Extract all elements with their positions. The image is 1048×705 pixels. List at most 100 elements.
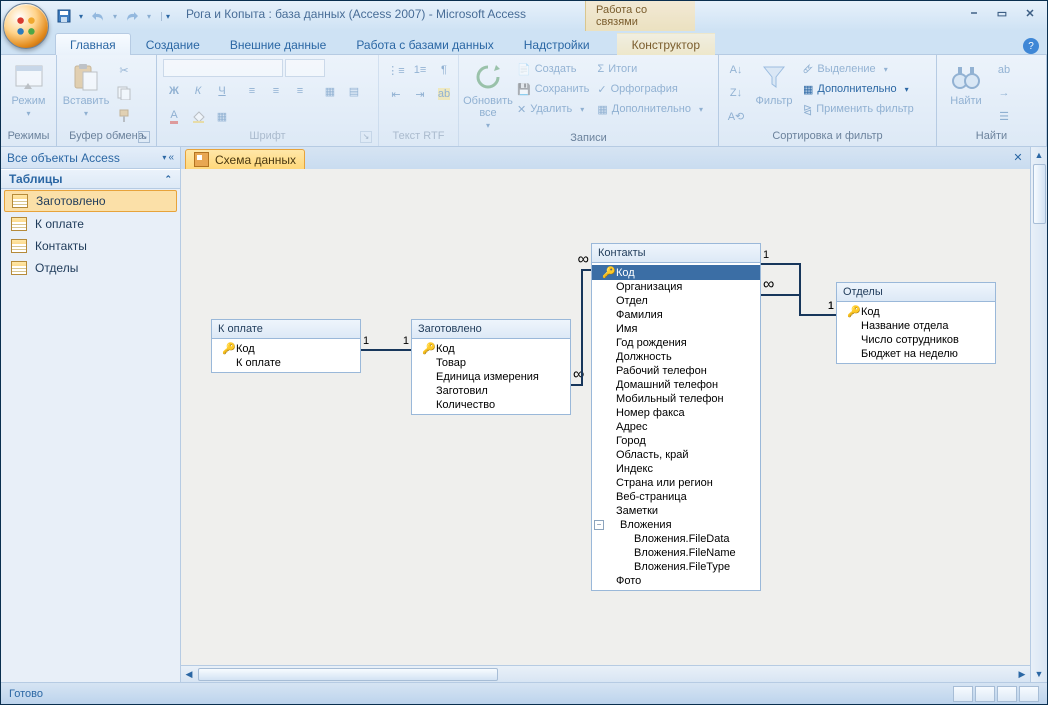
- scroll-thumb[interactable]: [198, 668, 498, 681]
- clear-sort-icon[interactable]: A⟲: [725, 105, 747, 127]
- doc-close-button[interactable]: ✕: [1010, 150, 1026, 164]
- field-вложения-filetype[interactable]: Вложения.FileType: [592, 560, 760, 574]
- text-dir-icon[interactable]: ¶: [433, 59, 455, 81]
- font-color-icon[interactable]: A: [163, 105, 185, 127]
- qat-customize[interactable]: ▾: [161, 12, 170, 21]
- scroll-down-icon[interactable]: ▼: [1031, 666, 1047, 682]
- spelling[interactable]: ✓Орфография: [595, 79, 705, 99]
- replace-icon[interactable]: ab: [993, 59, 1015, 81]
- cut-icon[interactable]: ✂: [113, 59, 135, 81]
- font-size-combo[interactable]: [285, 59, 325, 77]
- nav-header[interactable]: Все объекты Access ▾ «: [1, 147, 180, 169]
- highlight-icon[interactable]: ab: [433, 83, 455, 105]
- nav-item-к оплате[interactable]: К оплате: [1, 213, 180, 235]
- font-combo[interactable]: [163, 59, 283, 77]
- field-число-сотрудников[interactable]: Число сотрудников: [837, 333, 995, 347]
- field-отдел[interactable]: Отдел: [592, 294, 760, 308]
- sort-desc-icon[interactable]: Z↓: [725, 82, 747, 104]
- help-button[interactable]: ?: [1023, 38, 1039, 54]
- view-btn-3[interactable]: [997, 686, 1017, 702]
- table-header[interactable]: Отделы: [837, 283, 995, 302]
- delete-record[interactable]: ✕Удалить▾: [515, 99, 591, 119]
- field-должность[interactable]: Должность: [592, 350, 760, 364]
- field-вложения[interactable]: −Вложения: [592, 518, 760, 532]
- bullets-icon[interactable]: ⋮≡: [385, 59, 407, 81]
- italic-icon[interactable]: К: [187, 80, 209, 102]
- scroll-up-icon[interactable]: ▲: [1031, 147, 1047, 163]
- dec-indent-icon[interactable]: ⇤: [385, 83, 407, 105]
- underline-icon[interactable]: Ч: [211, 80, 233, 102]
- tab-home[interactable]: Главная: [55, 33, 131, 55]
- field-единица-измерения[interactable]: Единица измерения: [412, 370, 570, 384]
- refresh-button[interactable]: Обновить все▾: [465, 59, 511, 132]
- table-отделы[interactable]: Отделы🔑КодНазвание отделаЧисло сотрудник…: [836, 282, 996, 364]
- goto-icon[interactable]: →: [993, 82, 1015, 104]
- doc-tab-relationships[interactable]: Схема данных: [185, 149, 305, 169]
- field-товар[interactable]: Товар: [412, 356, 570, 370]
- selection-filter[interactable]: 🜸Выделение▾: [801, 59, 916, 79]
- scroll-right-icon[interactable]: ▶: [1014, 666, 1030, 682]
- maximize-button[interactable]: ▭: [991, 4, 1013, 22]
- align-left-icon[interactable]: ≡: [241, 80, 263, 102]
- field-организация[interactable]: Организация: [592, 280, 760, 294]
- nav-category[interactable]: Таблицы ⌃: [1, 169, 180, 189]
- table-заготовлено[interactable]: Заготовлено🔑КодТоварЕдиница измеренияЗаг…: [411, 319, 571, 415]
- field-заметки[interactable]: Заметки: [592, 504, 760, 518]
- nav-item-отделы[interactable]: Отделы: [1, 257, 180, 279]
- save-record[interactable]: 💾Сохранить: [515, 79, 591, 99]
- minimize-button[interactable]: ⎯: [963, 4, 985, 22]
- align-center-icon[interactable]: ≡: [265, 80, 287, 102]
- view-button[interactable]: Режим▾: [7, 59, 50, 120]
- table-к-оплате[interactable]: К оплате🔑КодК оплате: [211, 319, 361, 373]
- field-вложения-filename[interactable]: Вложения.FileName: [592, 546, 760, 560]
- field-мобильный-телефон[interactable]: Мобильный телефон: [592, 392, 760, 406]
- vertical-scrollbar[interactable]: ▲ ▼: [1030, 147, 1047, 682]
- save-icon[interactable]: [55, 7, 73, 25]
- redo-icon[interactable]: [123, 7, 141, 25]
- alt-row-icon[interactable]: ▤: [343, 80, 365, 102]
- scroll-thumb[interactable]: [1033, 164, 1046, 224]
- field-город[interactable]: Город: [592, 434, 760, 448]
- advanced-filter[interactable]: ▦Дополнительно▾: [801, 79, 916, 99]
- close-button[interactable]: ✕: [1019, 4, 1041, 22]
- field-фото[interactable]: Фото: [592, 574, 760, 588]
- view-btn-1[interactable]: [953, 686, 973, 702]
- bold-icon[interactable]: Ж: [163, 80, 185, 102]
- field-год-рождения[interactable]: Год рождения: [592, 336, 760, 350]
- tab-database-tools[interactable]: Работа с базами данных: [341, 33, 508, 55]
- expander-icon[interactable]: −: [594, 520, 604, 530]
- nav-collapse-icon[interactable]: «: [168, 152, 174, 163]
- filter-button[interactable]: Фильтр: [751, 59, 797, 109]
- tab-create[interactable]: Создание: [131, 33, 215, 55]
- table-header[interactable]: К оплате: [212, 320, 360, 339]
- new-record[interactable]: 📄Создать: [515, 59, 591, 79]
- view-btn-4[interactable]: [1019, 686, 1039, 702]
- tab-external-data[interactable]: Внешние данные: [215, 33, 342, 55]
- dialog-launcher-icon[interactable]: ↘: [138, 131, 150, 143]
- field-рабочий-телефон[interactable]: Рабочий телефон: [592, 364, 760, 378]
- horizontal-scrollbar[interactable]: ◀ ▶: [181, 665, 1030, 682]
- toggle-filter[interactable]: ⧎Применить фильтр: [801, 99, 916, 119]
- field-страна-или-регион[interactable]: Страна или регион: [592, 476, 760, 490]
- format-painter-icon[interactable]: [113, 105, 135, 127]
- field-веб-страница[interactable]: Веб-страница: [592, 490, 760, 504]
- field-домашний-телефон[interactable]: Домашний телефон: [592, 378, 760, 392]
- field-адрес[interactable]: Адрес: [592, 420, 760, 434]
- dialog-launcher-icon[interactable]: ↘: [360, 131, 372, 143]
- nav-item-контакты[interactable]: Контакты: [1, 235, 180, 257]
- tab-addins[interactable]: Надстройки: [509, 33, 605, 55]
- view-btn-2[interactable]: [975, 686, 995, 702]
- grid-color-icon[interactable]: ▦: [211, 105, 233, 127]
- field-количество[interactable]: Количество: [412, 398, 570, 412]
- table-контакты[interactable]: Контакты🔑КодОрганизацияОтделФамилияИмяГо…: [591, 243, 761, 591]
- field-название-отдела[interactable]: Название отдела: [837, 319, 995, 333]
- office-button[interactable]: [3, 3, 49, 49]
- nav-dropdown-icon[interactable]: ▾: [162, 153, 166, 162]
- field-к-оплате[interactable]: К оплате: [212, 356, 360, 370]
- table-header[interactable]: Заготовлено: [412, 320, 570, 339]
- tab-design[interactable]: Конструктор: [617, 33, 715, 55]
- relationships-diagram[interactable]: К оплате🔑КодК оплате Заготовлено🔑КодТовар…: [181, 169, 1030, 665]
- scroll-left-icon[interactable]: ◀: [181, 666, 197, 682]
- sort-asc-icon[interactable]: A↓: [725, 59, 747, 81]
- field-фамилия[interactable]: Фамилия: [592, 308, 760, 322]
